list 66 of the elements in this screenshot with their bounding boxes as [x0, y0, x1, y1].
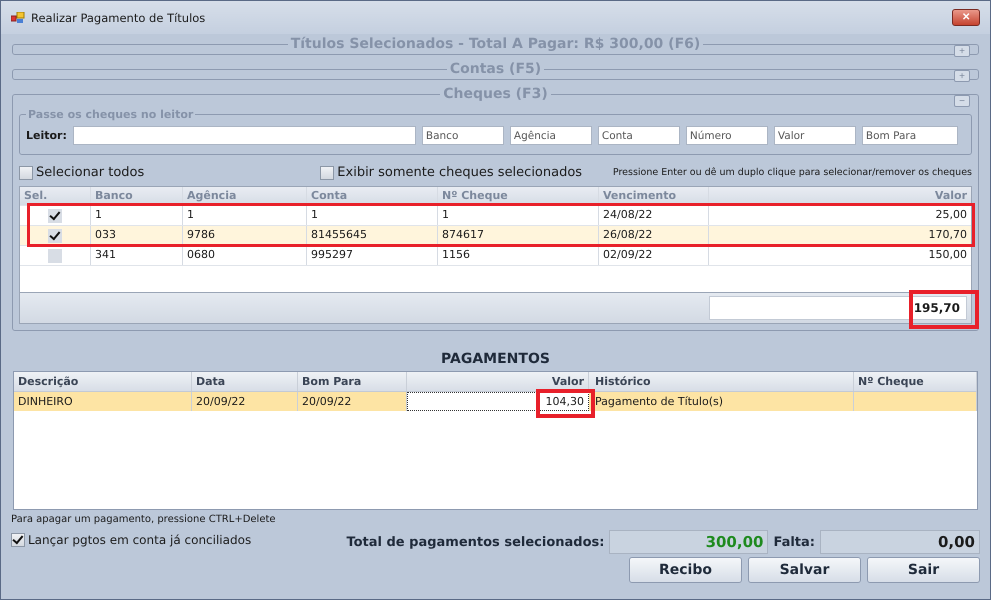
row-checkbox[interactable]	[48, 228, 62, 242]
table-cell: 874617	[438, 226, 599, 245]
action-button[interactable]: Salvar	[748, 557, 861, 583]
input-field[interactable]: Banco	[422, 126, 504, 145]
column-header[interactable]: Nº Cheque	[438, 187, 599, 205]
column-header[interactable]: Vencimento	[599, 187, 709, 205]
column-header[interactable]: Bom Para	[298, 372, 407, 391]
total-field: 195,70	[709, 296, 967, 320]
action-button[interactable]: Sair	[867, 557, 980, 583]
column-header[interactable]: Valor	[407, 372, 589, 391]
missing-field: 0,00	[820, 530, 980, 554]
table-cell: 1156	[438, 246, 599, 265]
action-button[interactable]: Recibo	[629, 557, 742, 583]
column-header[interactable]: Nº Cheque	[854, 372, 977, 391]
table-cell: 995297	[307, 246, 438, 265]
input-field[interactable]: Valor	[774, 126, 856, 145]
missing-label: Falta:	[773, 534, 815, 550]
table-cell: 033	[91, 226, 183, 245]
table-cell: 0680	[183, 246, 307, 265]
app-icon	[11, 12, 25, 24]
table-cell: 24/08/22	[599, 206, 709, 225]
toggle-button[interactable]: +	[954, 45, 970, 57]
toggle-button[interactable]: −	[954, 95, 970, 107]
section-heading: PAGAMENTOS	[440, 351, 551, 367]
total-label: Total de pagamentos selecionados:	[346, 534, 604, 550]
column-header[interactable]: Sel.	[20, 187, 91, 205]
row-checkbox[interactable]	[48, 208, 62, 222]
table-cell: Pagamento de Título(s)	[589, 392, 854, 411]
value-field[interactable]: 104,30	[407, 392, 589, 411]
table-cell: DINHEIRO	[14, 392, 192, 411]
column-header[interactable]: Data	[192, 372, 298, 391]
column-header[interactable]: Histórico	[589, 372, 854, 391]
input-field[interactable]: Número	[686, 126, 768, 145]
filter-checkbox[interactable]: Exibir somente cheques selecionados	[320, 165, 582, 180]
reader-field[interactable]	[72, 126, 416, 145]
select-all-checkbox[interactable]: Selecionar todos	[19, 165, 144, 180]
column-header[interactable]: Descrição	[14, 372, 192, 391]
close-button[interactable]: ✕	[952, 9, 980, 26]
input-field[interactable]: Bom Para	[862, 126, 958, 145]
table-cell-text: 170,70	[928, 227, 968, 243]
table-cell: 26/08/22	[599, 226, 709, 245]
table-cell: 1	[438, 206, 599, 225]
column-header[interactable]: Banco	[91, 187, 183, 205]
table-cell: 1	[307, 206, 438, 225]
hint-text: Para apagar um pagamento, pressione CTRL+Delete	[11, 514, 277, 525]
input-field[interactable]: Agência	[510, 126, 592, 145]
row-checkbox[interactable]	[48, 248, 62, 262]
input-field[interactable]: Conta	[598, 126, 680, 145]
column-header[interactable]: Agência	[183, 187, 307, 205]
table-cell: 1	[91, 206, 183, 225]
reader-label: Leitor:	[26, 129, 67, 142]
table-cell: 1	[183, 206, 307, 225]
table-cell: 9786	[183, 226, 307, 245]
table-cell: 341	[91, 246, 183, 265]
table-cell: 20/09/22	[192, 392, 298, 411]
table-cell: 02/09/22	[599, 246, 709, 265]
column-header[interactable]: Valor	[709, 187, 971, 205]
table-cell-text: 25,00	[934, 207, 968, 223]
window-title: Realizar Pagamento de Títulos	[31, 10, 206, 24]
table-cell: 81455645	[307, 226, 438, 245]
total-field: 300,00	[609, 530, 768, 554]
conciliated-checkbox[interactable]: Lançar pgtos em conta já conciliados	[11, 533, 341, 547]
table-cell-text: 150,00	[928, 247, 968, 263]
column-header[interactable]: Conta	[307, 187, 438, 205]
toggle-button[interactable]: +	[954, 70, 970, 82]
hint-text: Pressione Enter ou dê um duplo clique para selecionar/remover os cheques	[612, 167, 972, 178]
